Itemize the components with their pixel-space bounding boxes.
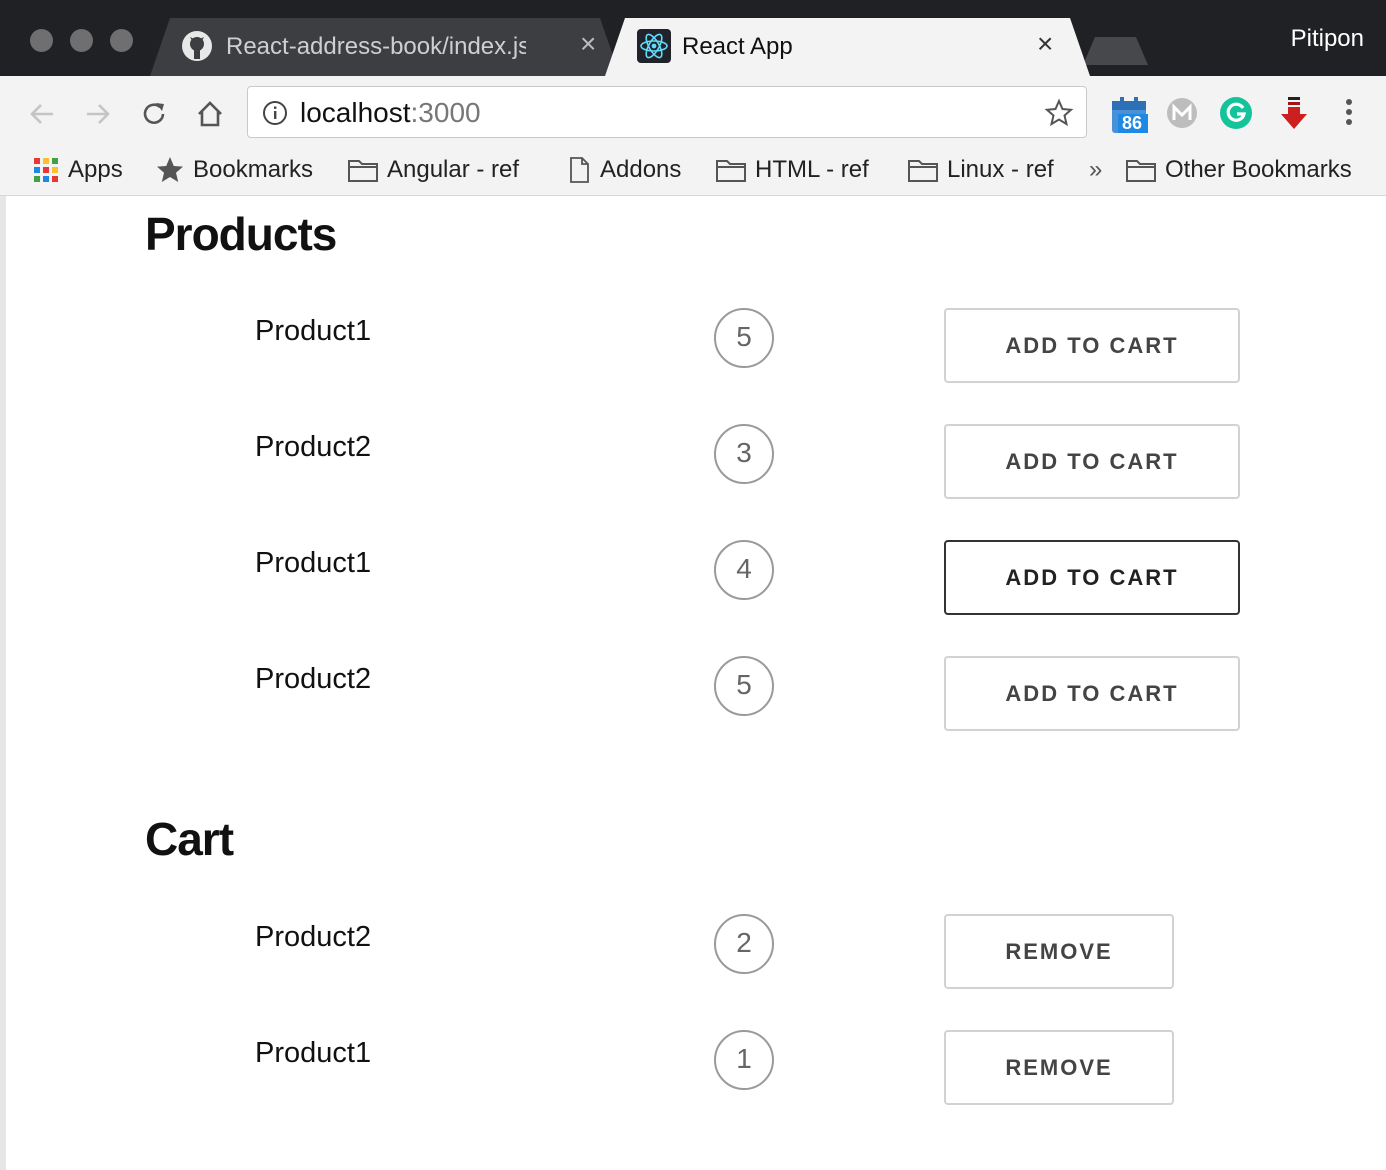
mail-m-icon [1167,98,1197,128]
bookmark-angular-ref[interactable]: Angular - ref [347,153,519,187]
quantity-badge: 1 [714,1030,774,1090]
product-name: Product2 [255,431,372,463]
grammarly-extension-button[interactable] [1218,95,1258,135]
bookmark-label: Other Bookmarks [1165,156,1352,183]
chevron-double-icon: » [1089,156,1103,183]
arrow-left-icon [30,104,53,124]
minimize-window-button[interactable] [70,29,93,52]
folder-icon [716,160,746,182]
bookmark-label: HTML - ref [755,156,869,183]
close-tab-icon[interactable]: × [580,28,596,60]
address-bar[interactable]: localhost:3000 [247,86,1087,138]
reload-icon [143,103,165,124]
react-icon [637,29,671,63]
bookmarks-bar: Apps Bookmarks Angular - ref Addons HTML… [0,150,1386,196]
download-extension-button[interactable] [1276,95,1316,135]
star-icon[interactable] [1044,98,1074,128]
bookmark-label: Linux - ref [947,156,1054,183]
product-name: Product1 [255,547,372,579]
bookmark-html-ref[interactable]: HTML - ref [715,153,869,187]
back-button[interactable] [22,94,62,134]
bookmarks-overflow-button[interactable]: » [1089,153,1102,187]
add-to-cart-button[interactable]: ADD TO CART [944,656,1240,731]
devtools-edge [0,196,6,1170]
star-icon [157,157,183,182]
quantity-badge: 5 [714,308,774,368]
arrow-right-icon [87,104,110,124]
add-to-cart-button[interactable]: ADD TO CART [944,540,1240,615]
url-host: localhost [300,97,411,128]
tab-react-app[interactable]: React App × [605,18,1090,76]
cart-item-name: Product1 [255,1037,372,1069]
bookmark-linux-ref[interactable]: Linux - ref [907,153,1054,187]
grammarly-icon [1220,97,1252,129]
reload-button[interactable] [134,94,174,134]
quantity-badge: 4 [714,540,774,600]
bookmark-addons[interactable]: Addons [566,153,681,187]
bookmark-apps[interactable]: Apps [32,153,123,187]
browser-menu-button[interactable] [1334,95,1374,135]
bookmark-label: Angular - ref [387,156,520,183]
bookmark-label: Bookmarks [193,156,314,183]
browser-toolbar: localhost:3000 86 [0,76,1386,150]
tab-title: React App [682,33,793,60]
add-to-cart-button[interactable]: ADD TO CART [944,424,1240,499]
calendar-extension-button[interactable]: 86 [1110,95,1150,135]
mail-extension-button[interactable] [1164,95,1204,135]
cart-heading: Cart [145,813,234,865]
window-titlebar: React-address-book/index.js a × React Ap… [0,0,1386,76]
apps-grid-icon [34,158,58,182]
folder-icon [348,160,378,182]
folder-icon [908,160,938,182]
page-icon [570,157,589,183]
info-icon[interactable] [262,100,288,126]
bookmark-label: Apps [68,156,123,183]
quantity-badge: 2 [714,914,774,974]
cart-item-name: Product2 [255,921,372,953]
new-tab-button[interactable] [1083,37,1148,65]
close-tab-icon[interactable]: × [1037,28,1053,60]
url-text[interactable]: localhost:3000 [300,97,481,129]
bookmark-label: Addons [600,156,682,183]
tab-react-address-book[interactable]: React-address-book/index.js a × [150,18,620,76]
close-window-button[interactable] [30,29,53,52]
folder-icon [1126,160,1156,182]
more-vertical-icon [1346,99,1352,125]
tab-title: React-address-book/index.js a [226,33,526,60]
extension-badge: 86 [1122,113,1143,133]
bookmark-other-bookmarks[interactable]: Other Bookmarks [1125,153,1352,187]
remove-button[interactable]: REMOVE [944,914,1174,989]
quantity-badge: 5 [714,656,774,716]
maximize-window-button[interactable] [110,29,133,52]
home-button[interactable] [190,94,230,134]
download-arrow-icon [1281,97,1307,129]
forward-button[interactable] [78,94,118,134]
home-icon [198,101,222,127]
remove-button[interactable]: REMOVE [944,1030,1174,1105]
add-to-cart-button[interactable]: ADD TO CART [944,308,1240,383]
url-port: :3000 [410,97,481,128]
product-name: Product2 [255,663,372,695]
bookmark-bookmarks[interactable]: Bookmarks [155,153,313,187]
github-icon [180,29,214,63]
quantity-badge: 3 [714,424,774,484]
profile-name[interactable]: Pitipon [1291,25,1364,53]
product-name: Product1 [255,315,372,347]
products-heading: Products [145,208,337,260]
